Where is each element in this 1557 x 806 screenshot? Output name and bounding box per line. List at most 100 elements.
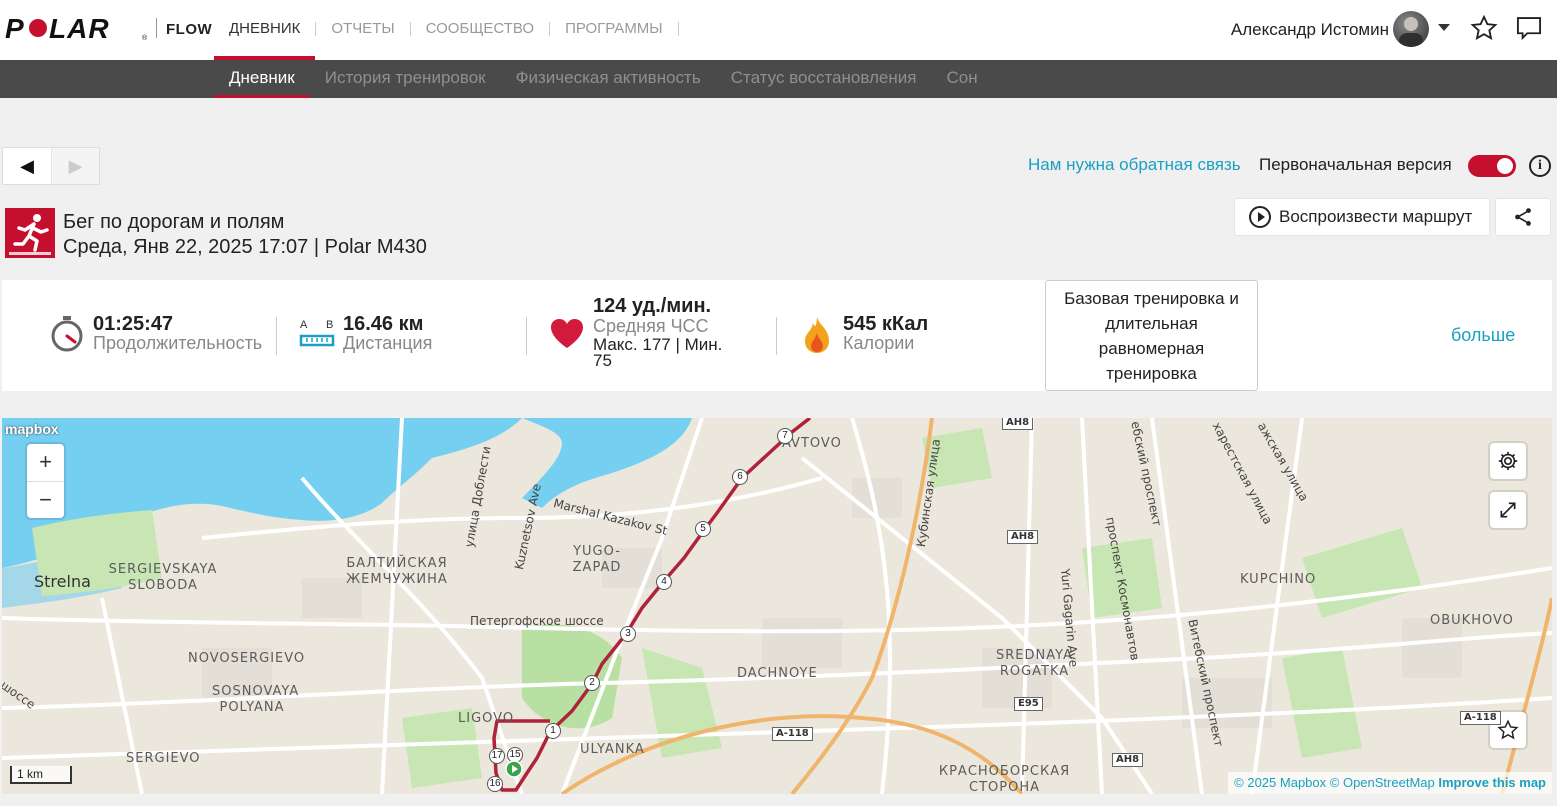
original-version-label: Первоначальная версия (1259, 155, 1452, 174)
stat-divider (526, 317, 527, 355)
distance-stat: A B 16.46 км Дистанция (299, 280, 519, 391)
session-device: Polar M430 (324, 236, 427, 258)
play-icon (1249, 206, 1271, 228)
running-icon (5, 208, 55, 258)
map-scale: 1 km (10, 766, 72, 784)
route-map[interactable]: mapbox + − Strelna SERGIEVSKAYA SLOBODA … (2, 418, 1552, 794)
map-label: NOVOSERGIEVO (188, 651, 306, 666)
road-shield: E95 (1014, 697, 1043, 711)
route-start-icon (505, 760, 523, 778)
message-icon[interactable] (1515, 14, 1543, 42)
km-marker[interactable]: 3 (620, 626, 636, 642)
logo-divider (156, 18, 157, 38)
stat-divider (776, 317, 777, 355)
heart-icon (551, 319, 583, 348)
map-label: SERGIEVSKAYA SLOBODA (108, 562, 218, 593)
nav-reports[interactable]: ОТЧЕТЫ (316, 0, 409, 60)
original-version-toggle[interactable] (1468, 155, 1516, 177)
nav-separator (677, 22, 679, 36)
duration-label: Продолжительность (93, 333, 263, 353)
map-label: YUGO-ZAPAD (572, 544, 622, 575)
chevron-down-icon[interactable] (1438, 24, 1450, 31)
road-shield: A-118 (772, 727, 813, 741)
feedback-link[interactable]: Нам нужна обратная связь (1028, 155, 1241, 175)
svg-text:®: ® (142, 34, 148, 42)
toggle-knob (1497, 158, 1513, 174)
polar-logo[interactable]: P LAR ® (5, 14, 150, 44)
improve-map-link[interactable]: Improve this map (1438, 775, 1546, 790)
user-name[interactable]: Александр Истомин (1231, 20, 1389, 40)
zoom-control: + − (27, 444, 64, 518)
km-marker[interactable]: 7 (777, 428, 793, 444)
stopwatch-icon (51, 316, 83, 352)
subnav-sleep[interactable]: Сон (931, 60, 992, 98)
hr-avg-label: Средняя ЧСС (593, 316, 709, 336)
distance-icon: A B (299, 319, 335, 347)
share-button[interactable] (1495, 198, 1551, 236)
zoom-in-button[interactable]: + (27, 444, 64, 481)
subnav-training-history[interactable]: История тренировок (310, 60, 501, 98)
map-fullscreen-button[interactable] (1490, 492, 1526, 528)
road-shield: A-118 (1460, 711, 1501, 725)
heart-rate-stat: 124 уд./мин. Средняя ЧСС Макс. 177 | Мин… (550, 280, 760, 391)
session-summary: 01:25:47 Продолжительность A B 16.46 км … (2, 280, 1552, 391)
osm-attribution-link[interactable]: © OpenStreetMap (1330, 775, 1435, 790)
map-label: SERGIEVO (126, 751, 201, 766)
road-shield: AH8 (1002, 418, 1034, 430)
svg-text:P: P (5, 14, 25, 44)
km-marker[interactable]: 6 (732, 469, 748, 485)
top-nav: P LAR ® FLOW ДНЕВНИК ОТЧЕТЫ СООБЩЕСТВО П… (0, 0, 1557, 60)
map-label: OBUKHOVO (1430, 613, 1514, 628)
svg-text:LAR: LAR (49, 14, 110, 44)
training-benefit-box: Базовая тренировка и длительная равномер… (1045, 280, 1258, 391)
hr-min-max: Макс. 177 | Мин. 75 (593, 335, 723, 370)
nav-programs[interactable]: ПРОГРАММЫ (550, 0, 678, 60)
road-shield: AH8 (1007, 530, 1039, 544)
duration-stat: 01:25:47 Продолжительность (50, 280, 280, 391)
nav-diary[interactable]: ДНЕВНИК (214, 0, 316, 60)
km-marker[interactable]: 17 (489, 748, 505, 764)
star-icon[interactable] (1470, 14, 1498, 42)
map-label: ULYANKA (580, 742, 645, 757)
calories-label: Калории (843, 333, 915, 353)
map-label: КРАСНОБОРСКАЯ СТОРОНА (938, 764, 1071, 794)
session-sport: Бег по дорогам и полям (63, 211, 285, 233)
share-icon (1515, 208, 1531, 226)
flow-label: FLOW (166, 21, 213, 38)
subnav-recovery[interactable]: Статус восстановления (716, 60, 932, 98)
mapbox-attribution-link[interactable]: © 2025 Mapbox (1234, 775, 1326, 790)
more-link[interactable]: больше (1451, 325, 1515, 346)
next-session-button[interactable]: ▶ (50, 148, 99, 184)
replay-route-label: Воспроизвести маршрут (1279, 207, 1473, 226)
km-marker[interactable]: 16 (487, 776, 503, 792)
km-marker[interactable]: 4 (656, 574, 672, 590)
svg-text:A: A (300, 319, 308, 331)
sub-nav: Дневник История тренировок Физическая ак… (0, 60, 1557, 98)
km-marker[interactable]: 1 (545, 723, 561, 739)
stat-divider (276, 317, 277, 355)
subnav-diary[interactable]: Дневник (214, 60, 310, 98)
km-marker[interactable]: 2 (584, 675, 600, 691)
info-icon[interactable]: i (1529, 155, 1551, 177)
map-settings-button[interactable] (1490, 443, 1526, 479)
nav-community[interactable]: СООБЩЕСТВО (411, 0, 549, 60)
session-datetime: Среда, Янв 22, 2025 17:07 | Polar M430 (63, 236, 427, 258)
expand-icon (1500, 502, 1516, 518)
map-attribution: © 2025 Mapbox © OpenStreetMap Improve th… (1228, 772, 1552, 794)
map-label: Strelna (34, 572, 91, 591)
subnav-activity[interactable]: Физическая активность (501, 60, 716, 98)
previous-session-button[interactable]: ◀ (3, 148, 51, 184)
zoom-out-button[interactable]: − (27, 481, 64, 518)
hr-avg-value: 124 уд./мин. (593, 295, 712, 317)
road-shield: AH8 (1112, 753, 1144, 767)
gear-icon (1498, 451, 1518, 471)
session-date: Среда, Янв 22, 2025 17:07 (63, 236, 309, 258)
km-marker[interactable]: 5 (695, 521, 711, 537)
avatar[interactable] (1393, 11, 1429, 47)
map-label: SOSNOVAYA POLYANA (212, 684, 300, 715)
mapbox-logo[interactable]: mapbox (5, 421, 59, 437)
replay-route-button[interactable]: Воспроизвести маршрут (1234, 198, 1490, 236)
session-pager: ◀ ▶ (2, 147, 100, 185)
svg-text:B: B (326, 319, 333, 331)
calories-stat: 545 кКал Калории (800, 280, 1000, 391)
